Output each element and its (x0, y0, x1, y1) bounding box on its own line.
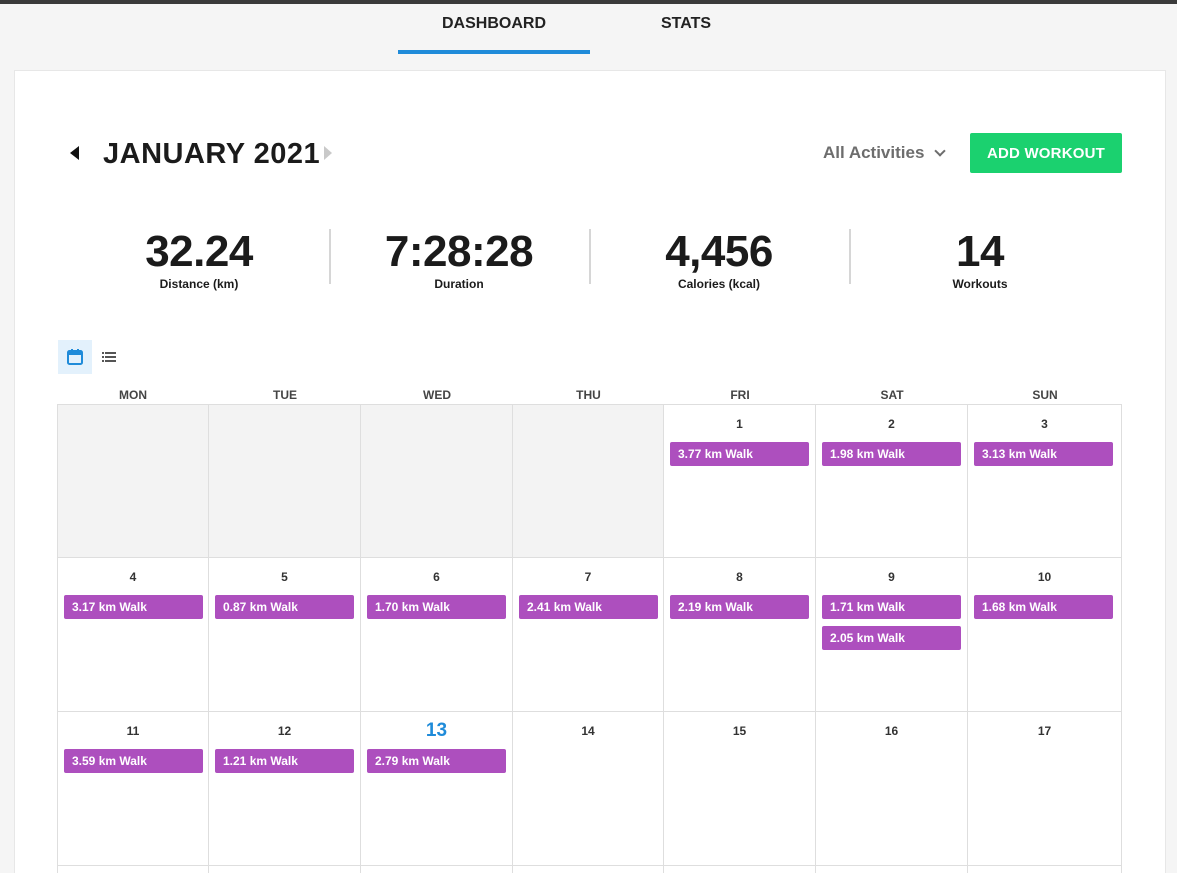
list-icon (102, 352, 116, 362)
arrow-right-icon (324, 146, 332, 160)
day-of-week-label: MON (119, 388, 147, 402)
calendar-day-cell[interactable]: 17 (968, 712, 1122, 866)
arrow-left-icon (69, 146, 79, 160)
chevron-down-icon (934, 145, 947, 157)
stat-label: Calories (kcal) (677, 277, 761, 291)
stat-workouts: 14 Workouts (850, 225, 1110, 291)
calendar-day-cell[interactable] (664, 866, 816, 873)
list-view-button[interactable] (96, 340, 122, 374)
calendar-day-cell[interactable] (513, 404, 664, 558)
calendar-grid: 1 3.77 km Walk 2 1.98 km Walk 3 3.13 km Walk 4… (57, 404, 1122, 873)
day-number: 17 (1037, 724, 1052, 738)
day-number: 2 (888, 417, 895, 431)
calendar-day-cell[interactable] (57, 866, 209, 873)
activity-filter-label: All Activities (823, 143, 925, 162)
workout-entry[interactable]: 2.19 km Walk (670, 595, 809, 619)
workout-entry[interactable]: 1.21 km Walk (215, 749, 354, 773)
day-of-week-label: FRI (730, 388, 750, 402)
calendar-day-cell[interactable] (209, 866, 361, 873)
day-number: 5 (281, 570, 288, 584)
calendar-day-cell[interactable] (209, 404, 361, 558)
stat-label: Duration (434, 277, 484, 291)
stat-label: Distance (km) (159, 277, 239, 291)
day-of-week-label: TUE (273, 388, 297, 402)
stat-value: 32.24 (145, 227, 253, 276)
day-number: 15 (732, 724, 747, 738)
stat-value: 14 (956, 227, 1004, 276)
day-number: 1 (736, 417, 743, 431)
calendar-view-button[interactable] (58, 340, 92, 374)
stat-value: 7:28:28 (384, 227, 534, 276)
day-number: 9 (888, 570, 895, 584)
stat-calories: 4,456 Calories (kcal) (589, 225, 849, 291)
workout-entry[interactable]: 1.71 km Walk (822, 595, 961, 619)
calendar-day-cell[interactable]: 3 3.13 km Walk (968, 404, 1122, 558)
calendar-day-cell[interactable]: 6 1.70 km Walk (361, 558, 513, 712)
calendar-day-cell[interactable]: 2 1.98 km Walk (816, 404, 968, 558)
calendar-day-cell[interactable] (361, 404, 513, 558)
calendar-day-cell[interactable]: 4 3.17 km Walk (57, 558, 209, 712)
active-tab-indicator (398, 50, 590, 54)
stat-label: Workouts (952, 277, 1008, 291)
next-month-button[interactable] (316, 140, 340, 166)
add-workout-button[interactable]: ADD WORKOUT (970, 133, 1122, 173)
calendar-day-cell[interactable]: 11 3.59 km Walk (57, 712, 209, 866)
prev-month-button[interactable] (60, 140, 88, 166)
day-of-week-label: WED (423, 388, 451, 402)
tab-stats[interactable]: STATS (590, 4, 782, 51)
today-day-number: 13 (425, 720, 448, 741)
stat-value: 4,456 (665, 227, 773, 276)
day-of-week-label: SUN (1032, 388, 1058, 402)
stat-distance: 32.24 Distance (km) (69, 225, 329, 291)
workout-entry[interactable]: 1.70 km Walk (367, 595, 506, 619)
calendar-day-cell[interactable]: 16 (816, 712, 968, 866)
workout-entry[interactable]: 0.87 km Walk (215, 595, 354, 619)
activity-filter-dropdown[interactable]: All Activities (823, 141, 947, 165)
workout-entry[interactable]: 2.41 km Walk (519, 595, 658, 619)
calendar-day-cell[interactable] (57, 404, 209, 558)
day-number: 7 (584, 570, 592, 584)
workout-entry[interactable]: 3.77 km Walk (670, 442, 809, 466)
calendar-day-cell[interactable] (816, 866, 968, 873)
workout-entry[interactable]: 2.05 km Walk (822, 626, 961, 650)
day-number: 12 (277, 724, 292, 738)
stat-duration: 7:28:28 Duration (329, 225, 589, 291)
calendar-day-cell[interactable]: 8 2.19 km Walk (664, 558, 816, 712)
calendar-day-cell[interactable]: 1 3.77 km Walk (664, 404, 816, 558)
workout-entry[interactable]: 1.98 km Walk (822, 442, 961, 466)
workout-entry[interactable]: 1.68 km Walk (974, 595, 1113, 619)
tab-dashboard[interactable]: DASHBOARD (398, 4, 590, 51)
workout-entry[interactable]: 3.59 km Walk (64, 749, 203, 773)
day-of-week-label: THU (576, 388, 601, 402)
calendar-day-cell[interactable]: 5 0.87 km Walk (209, 558, 361, 712)
calendar-day-cell[interactable]: 12 1.21 km Walk (209, 712, 361, 866)
day-number: 6 (433, 570, 440, 584)
calendar-day-cell[interactable] (513, 866, 664, 873)
workout-entry[interactable]: 3.17 km Walk (64, 595, 203, 619)
month-title: JANUARY 2021 (103, 138, 321, 170)
day-number: 3 (1041, 417, 1048, 431)
day-number: 8 (736, 570, 743, 584)
calendar-day-cell[interactable]: 9 1.71 km Walk 2.05 km Walk (816, 558, 968, 712)
workout-entry[interactable]: 3.13 km Walk (974, 442, 1113, 466)
day-number: 4 (129, 570, 137, 584)
day-number: 10 (1037, 570, 1052, 584)
day-number: 16 (884, 724, 899, 738)
tab-bar: DASHBOARD STATS (0, 4, 1177, 54)
calendar-icon (67, 349, 83, 365)
day-number: 14 (581, 724, 595, 738)
calendar-day-cell[interactable] (361, 866, 513, 873)
workout-entry[interactable]: 2.79 km Walk (367, 749, 506, 773)
calendar-day-cell[interactable]: 7 2.41 km Walk (513, 558, 664, 712)
day-number: 11 (126, 724, 140, 738)
calendar-day-cell[interactable]: 10 1.68 km Walk (968, 558, 1122, 712)
calendar-day-cell[interactable]: 13 2.79 km Walk (361, 712, 513, 866)
day-of-week-label: SAT (880, 388, 904, 402)
calendar-day-cell[interactable]: 15 (664, 712, 816, 866)
calendar-day-cell[interactable]: 14 (513, 712, 664, 866)
calendar-day-cell[interactable] (968, 866, 1122, 873)
